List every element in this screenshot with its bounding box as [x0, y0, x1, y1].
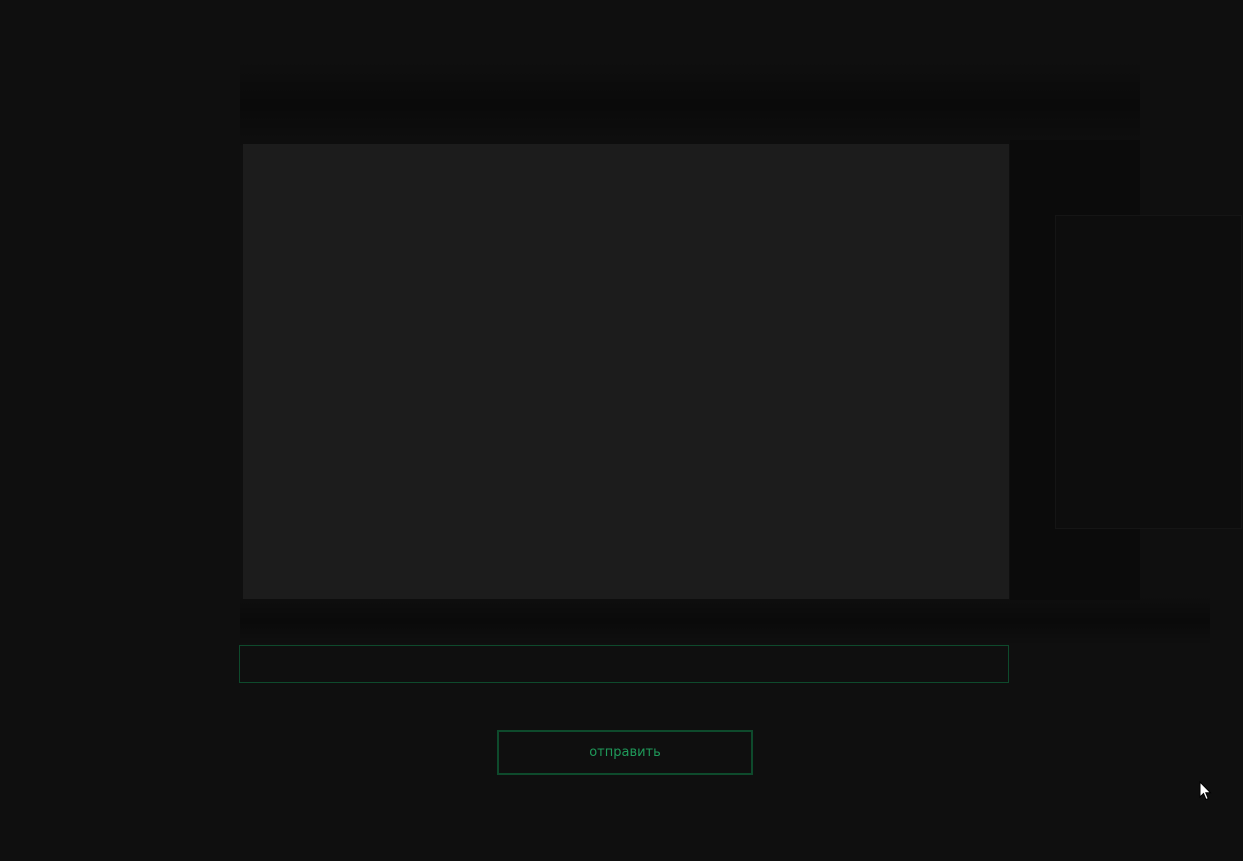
background-artifact-bottom: [240, 596, 1210, 646]
chat-display-area: [243, 144, 1009, 599]
message-input[interactable]: [239, 645, 1009, 683]
app-window: отправить: [0, 0, 1243, 861]
background-artifact-frame: [1055, 215, 1242, 529]
background-artifact-top: [240, 60, 1140, 150]
send-button-label: отправить: [589, 745, 661, 760]
send-button[interactable]: отправить: [497, 730, 753, 775]
mouse-pointer-icon: [1199, 781, 1212, 801]
